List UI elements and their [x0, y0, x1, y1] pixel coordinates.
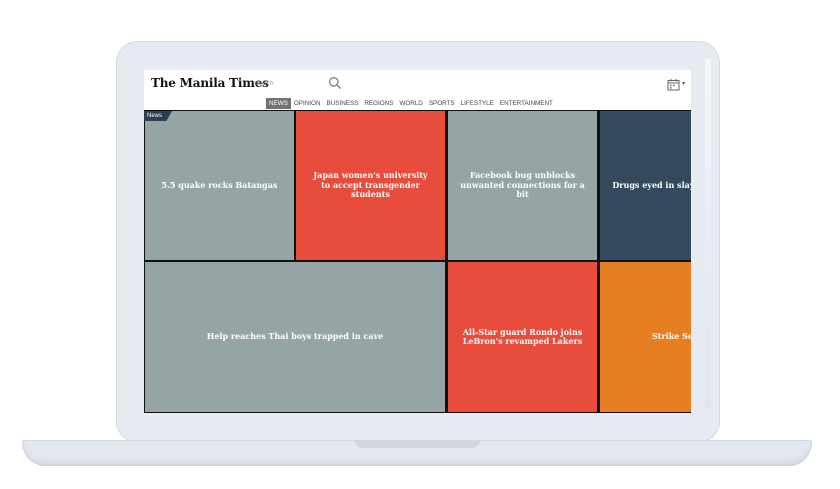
- nav-item-world[interactable]: WORLD: [396, 98, 425, 109]
- news-headline: Drugs eyed in slay of mayor: [612, 179, 691, 190]
- news-headline: All-Star guard Rondo joins LeBron's reva…: [462, 326, 583, 346]
- news-tile[interactable]: 5.5 quake rocks Batangas: [145, 111, 294, 260]
- news-grid: 5.5 quake rocks Batangas Japan women's u…: [144, 110, 691, 413]
- news-headline: Japan women's university to accept trans…: [313, 170, 428, 200]
- chevron-down-icon[interactable]: ▾: [682, 80, 685, 87]
- news-tile[interactable]: All-Star guard Rondo joins LeBron's reva…: [448, 262, 597, 412]
- nav-item-regions[interactable]: REGIONS: [361, 98, 396, 109]
- laptop-screen: The Manila Times ▾ NEWS OPINION BUSINESS…: [144, 70, 691, 413]
- nav-item-sports[interactable]: SPORTS: [426, 98, 458, 109]
- news-tile[interactable]: Facebook bug unblocks unwanted connectio…: [448, 111, 597, 260]
- news-tile[interactable]: Japan women's university to accept trans…: [296, 111, 445, 260]
- nav-item-entertainment[interactable]: ENTERTAINMENT: [497, 98, 556, 109]
- site-logo[interactable]: The Manila Times: [151, 76, 269, 90]
- nav-item-business[interactable]: BUSINESS: [324, 98, 362, 109]
- news-headline: Facebook bug unblocks unwanted connectio…: [460, 170, 585, 200]
- news-tile[interactable]: Drugs eyed in slay of mayor: [600, 111, 691, 260]
- nav-item-news[interactable]: NEWS: [266, 98, 291, 109]
- news-tile[interactable]: Strike Ser: [600, 262, 691, 412]
- site-header: The Manila Times ▾: [144, 70, 691, 98]
- calendar-icon[interactable]: [667, 78, 680, 91]
- search-input[interactable]: [254, 78, 328, 90]
- section-nav: NEWS OPINION BUSINESS REGIONS WORLD SPOR…: [266, 98, 556, 109]
- news-headline: Help reaches Thai boys trapped in cave: [206, 331, 384, 342]
- nav-item-lifestyle[interactable]: LIFESTYLE: [458, 98, 497, 109]
- nav-item-opinion[interactable]: OPINION: [291, 98, 324, 109]
- news-tile[interactable]: Help reaches Thai boys trapped in cave: [145, 262, 445, 412]
- news-headline: 5.5 quake rocks Batangas: [161, 179, 278, 190]
- laptop-edge-highlight: [705, 58, 711, 408]
- laptop-notch: [355, 440, 480, 448]
- news-headline: Strike Ser: [652, 331, 691, 342]
- search-icon[interactable]: [328, 76, 342, 90]
